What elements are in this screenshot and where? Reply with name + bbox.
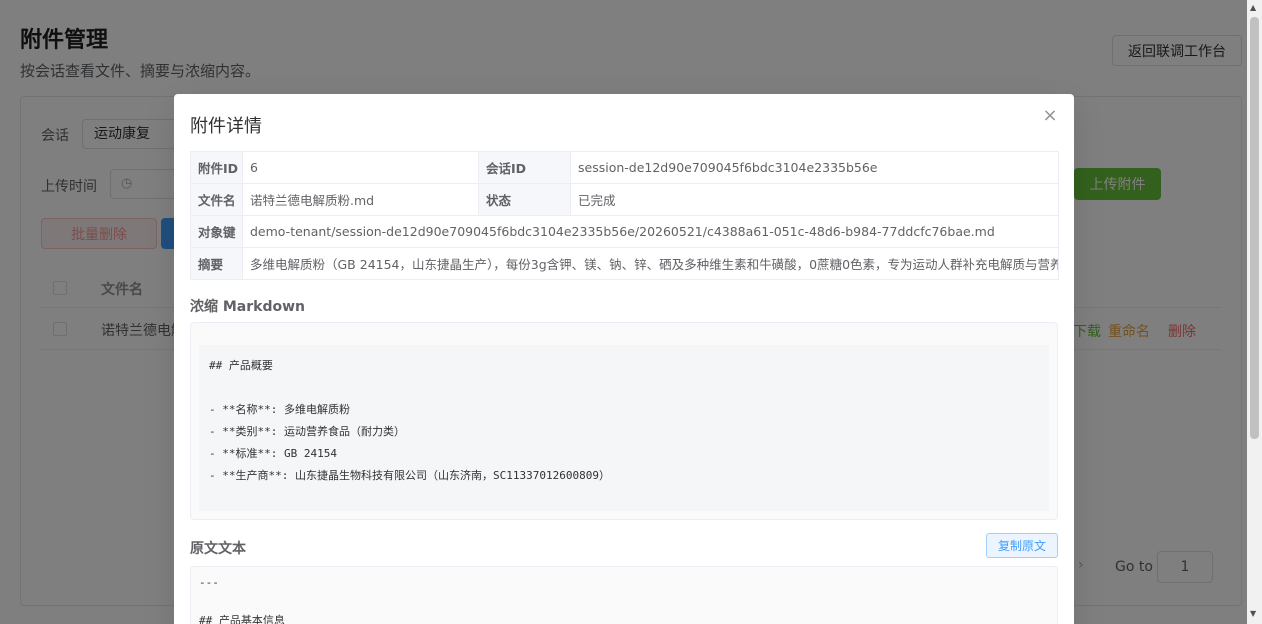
page-scrollbar[interactable]: ▲ ▼ <box>1247 0 1262 624</box>
markdown-panel: ## 产品概要 - **名称**: 多维电解质粉 - **类别**: 运动营养食… <box>190 322 1058 520</box>
raw-text-panel: --- ## 产品基本信息 <box>190 566 1058 624</box>
filename-value: 诺特兰德电解质粉.md <box>242 183 479 216</box>
status-value: 已完成 <box>570 183 1059 216</box>
session-id-value: session-de12d90e709045f6bdc3104e2335b56e <box>570 151 1059 184</box>
scroll-up-icon[interactable]: ▲ <box>1250 3 1256 12</box>
attachment-detail-dialog: 附件详情 × 附件ID 6 会话ID session-de12d90e70904… <box>174 94 1074 624</box>
attachment-descriptions: 附件ID 6 会话ID session-de12d90e709045f6bdc3… <box>190 151 1059 280</box>
attachment-id-label: 附件ID <box>190 151 243 184</box>
object-key-label: 对象键 <box>190 215 243 248</box>
scroll-down-icon[interactable]: ▼ <box>1250 609 1256 618</box>
session-id-label: 会话ID <box>478 151 571 184</box>
summary-label: 摘要 <box>190 247 243 280</box>
scrollbar-thumb[interactable] <box>1250 17 1259 439</box>
close-icon[interactable]: × <box>1042 106 1058 126</box>
copy-raw-button[interactable]: 复制原文 <box>986 533 1058 558</box>
filename-label: 文件名 <box>190 183 243 216</box>
dialog-title: 附件详情 <box>190 116 262 137</box>
object-key-value: demo-tenant/session-de12d90e709045f6bdc3… <box>242 215 1059 248</box>
attachment-id-value: 6 <box>242 151 479 184</box>
summary-value: 多维电解质粉（GB 24154，山东捷晶生产），每份3g含钾、镁、钠、锌、硒及多… <box>242 247 1059 280</box>
markdown-section-title: 浓缩 Markdown <box>190 299 306 315</box>
raw-text-content: --- ## 产品基本信息 <box>199 576 285 624</box>
raw-text-section-title: 原文文本 <box>190 541 246 557</box>
status-label: 状态 <box>478 183 571 216</box>
markdown-content: ## 产品概要 - **名称**: 多维电解质粉 - **类别**: 运动营养食… <box>199 345 1049 511</box>
